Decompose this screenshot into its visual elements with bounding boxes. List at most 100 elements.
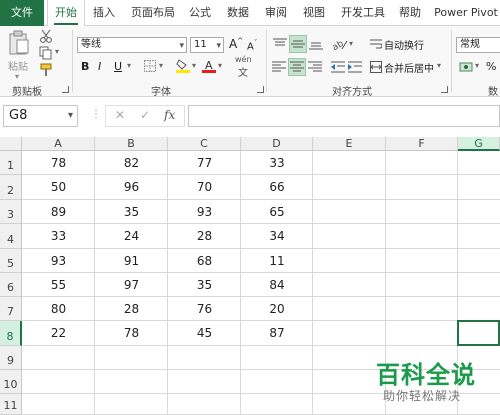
paste-icon[interactable] (6, 30, 32, 56)
format-painter-icon[interactable] (38, 62, 54, 78)
italic-button[interactable]: I (98, 60, 101, 73)
align-center-icon[interactable] (288, 58, 306, 76)
cell-b2[interactable]: 96 (95, 175, 168, 200)
cell-b3[interactable]: 35 (95, 200, 168, 224)
formula-input[interactable] (188, 105, 500, 127)
cell-b8[interactable]: 78 (95, 321, 168, 346)
row-header-4[interactable]: 4 (0, 224, 22, 249)
cell-a5[interactable]: 93 (22, 249, 95, 273)
copy-dropdown-icon[interactable]: ▾ (55, 47, 59, 56)
increase-indent-icon[interactable] (347, 58, 363, 76)
wrap-text-icon[interactable] (369, 36, 383, 52)
tab-view[interactable]: 视图 (297, 0, 331, 26)
cut-icon[interactable] (38, 28, 54, 44)
column-header-a[interactable]: A (22, 137, 95, 151)
cell-a2[interactable]: 50 (22, 175, 95, 200)
bold-button[interactable]: B (81, 60, 89, 73)
orientation-icon[interactable]: ab (331, 35, 349, 53)
font-size-select[interactable]: 11 ▾ (190, 37, 224, 53)
tab-home[interactable]: 开始 (47, 0, 85, 27)
column-header-f[interactable]: F (386, 137, 458, 151)
align-right-icon[interactable] (306, 58, 324, 76)
cell-b7[interactable]: 28 (95, 297, 168, 321)
tab-help[interactable]: 帮助 (393, 0, 427, 26)
column-header-c[interactable]: C (168, 137, 241, 151)
cell-d4[interactable]: 34 (241, 224, 313, 249)
accounting-format-icon[interactable] (458, 59, 474, 75)
tab-formulas[interactable]: 公式 (183, 0, 217, 26)
cell-c6[interactable]: 35 (168, 273, 241, 297)
borders-icon[interactable] (142, 59, 158, 73)
font-launcher-icon[interactable] (257, 86, 264, 93)
cell-c7[interactable]: 76 (168, 297, 241, 321)
cell-b4[interactable]: 24 (95, 224, 168, 249)
column-header-d[interactable]: D (241, 137, 313, 151)
cell-c3[interactable]: 93 (168, 200, 241, 224)
font-name-select[interactable]: 等线 ▾ (77, 37, 187, 53)
underline-button[interactable]: U (114, 60, 122, 73)
phonetic-button[interactable]: wén (235, 55, 252, 64)
cell-d5[interactable]: 11 (241, 249, 313, 273)
orientation-dropdown-icon[interactable]: ▾ (349, 39, 353, 48)
tab-power-pivot[interactable]: Power Pivot (432, 0, 500, 26)
align-left-icon[interactable] (270, 58, 288, 76)
row-header-7[interactable]: 7 (0, 297, 22, 321)
cell-a7[interactable]: 80 (22, 297, 95, 321)
merge-center-button[interactable]: 合并后居中 (384, 60, 434, 75)
cell-d1[interactable]: 33 (241, 151, 313, 175)
clipboard-launcher-icon[interactable] (62, 86, 69, 93)
cell-d2[interactable]: 66 (241, 175, 313, 200)
row-header-9[interactable]: 9 (0, 346, 22, 370)
cell-c8[interactable]: 45 (168, 321, 241, 346)
row-header-2[interactable]: 2 (0, 175, 22, 200)
paste-dropdown-icon[interactable]: ▾ (15, 72, 19, 81)
cancel-icon[interactable]: ✕ (115, 108, 125, 122)
formula-bar-menu-icon[interactable]: ⋮ (91, 109, 101, 120)
merge-dropdown-icon[interactable]: ▾ (437, 61, 441, 70)
alignment-launcher-icon[interactable] (441, 86, 448, 93)
copy-icon[interactable] (38, 45, 54, 61)
tab-developer[interactable]: 开发工具 (335, 0, 391, 26)
borders-dropdown-icon[interactable]: ▾ (159, 61, 163, 70)
merge-center-icon[interactable] (369, 59, 383, 75)
font-color-icon[interactable]: A (201, 57, 217, 75)
cell-b6[interactable]: 97 (95, 273, 168, 297)
decrease-indent-icon[interactable] (330, 58, 346, 76)
row-header-3[interactable]: 3 (0, 200, 22, 224)
align-middle-icon[interactable] (289, 35, 307, 53)
row-header-11[interactable]: 11 (0, 394, 22, 415)
tab-review[interactable]: 审阅 (259, 0, 293, 26)
select-all-corner[interactable] (0, 137, 22, 151)
cell-a3[interactable]: 89 (22, 200, 95, 224)
tab-data[interactable]: 数据 (221, 0, 255, 26)
cell-d8[interactable]: 87 (241, 321, 313, 346)
row-header-6[interactable]: 6 (0, 273, 22, 297)
paste-label[interactable]: 粘贴 (8, 58, 28, 73)
cell-a1[interactable]: 78 (22, 151, 95, 175)
cell-a8[interactable]: 22 (22, 321, 95, 346)
tab-file[interactable]: 文件 (0, 0, 44, 26)
fill-color-icon[interactable] (175, 57, 191, 75)
shrink-font-button[interactable]: Aˇ (247, 39, 257, 52)
column-header-g[interactable]: G (458, 137, 500, 151)
align-bottom-icon[interactable] (307, 35, 325, 53)
grow-font-button[interactable]: A^ (229, 37, 243, 51)
cell-c1[interactable]: 77 (168, 151, 241, 175)
cell-d6[interactable]: 84 (241, 273, 313, 297)
row-header-1[interactable]: 1 (0, 151, 22, 175)
row-header-10[interactable]: 10 (0, 370, 22, 394)
percent-button[interactable]: % (486, 60, 496, 73)
fill-color-dropdown-icon[interactable]: ▾ (192, 61, 196, 70)
name-box[interactable]: G8 ▾ (3, 105, 78, 127)
cell-a6[interactable]: 55 (22, 273, 95, 297)
cell-b1[interactable]: 82 (95, 151, 168, 175)
cell-d3[interactable]: 65 (241, 200, 313, 224)
cell-d7[interactable]: 20 (241, 297, 313, 321)
insert-function-icon[interactable]: fx (164, 108, 175, 122)
cell-c5[interactable]: 68 (168, 249, 241, 273)
cell-b5[interactable]: 91 (95, 249, 168, 273)
column-header-b[interactable]: B (95, 137, 168, 151)
tab-insert[interactable]: 插入 (86, 0, 122, 26)
underline-dropdown-icon[interactable]: ▾ (127, 61, 131, 70)
column-header-e[interactable]: E (313, 137, 386, 151)
